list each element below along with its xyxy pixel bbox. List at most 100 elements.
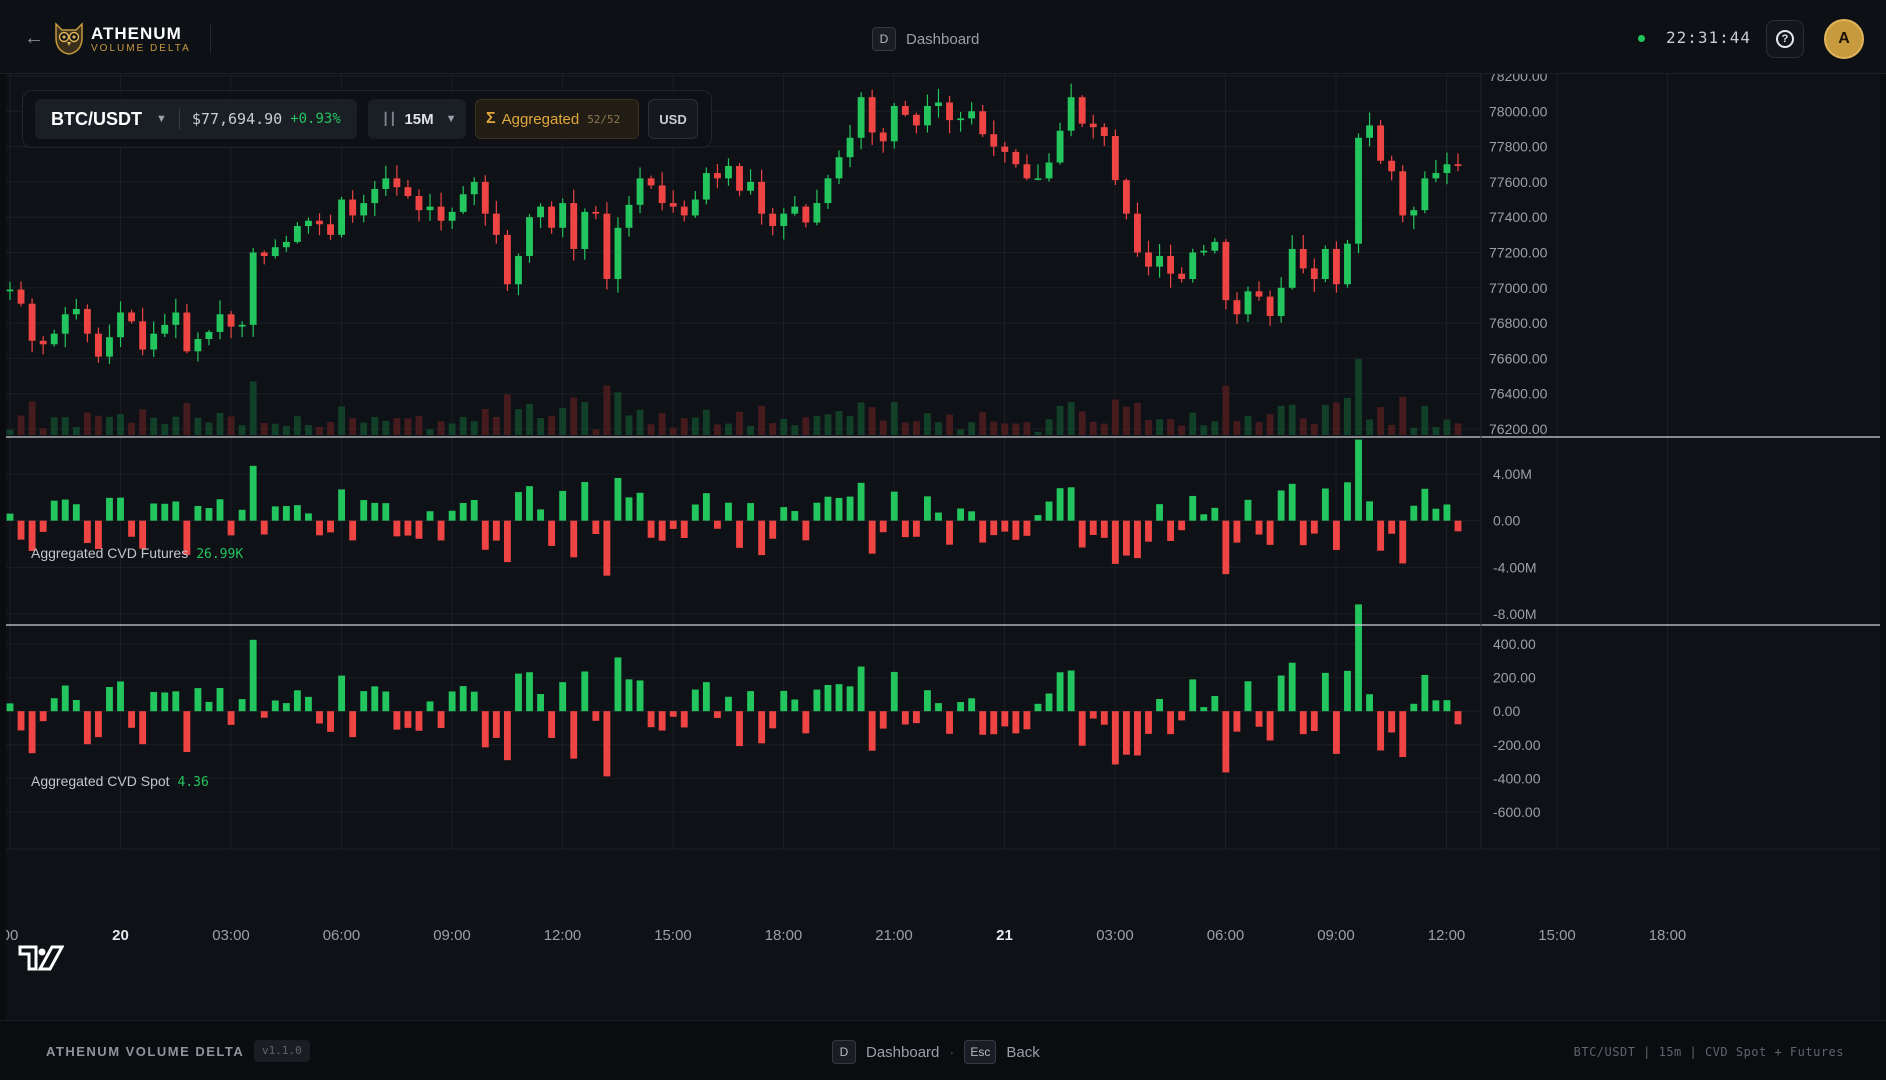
spot-cvd-bar bbox=[979, 711, 987, 735]
candle-body bbox=[559, 203, 567, 228]
volume-bar bbox=[1366, 419, 1373, 435]
arrow-left-icon[interactable]: ← bbox=[22, 26, 46, 50]
spot-tick-label: 400.00 bbox=[1493, 636, 1536, 652]
question-circle-icon: ? bbox=[1776, 30, 1794, 48]
volume-bar bbox=[1432, 426, 1440, 435]
candle-body bbox=[901, 106, 909, 115]
currency-button[interactable]: USD bbox=[648, 99, 698, 139]
spot-cvd-bar bbox=[846, 686, 854, 712]
candle-body bbox=[868, 97, 876, 133]
futures-cvd-bar bbox=[526, 486, 533, 521]
time-tick-label: 20 bbox=[112, 927, 129, 944]
spot-cvd-bar bbox=[28, 711, 36, 754]
spot-cvd-bar bbox=[1233, 711, 1241, 732]
futures-cvd-bar bbox=[360, 500, 368, 521]
futures-cvd-bar bbox=[1122, 520, 1130, 556]
price-tick-label: 77400.00 bbox=[1489, 209, 1548, 225]
spot-cvd-bar bbox=[603, 711, 611, 777]
candle-body bbox=[437, 206, 445, 221]
candle-body bbox=[680, 206, 688, 216]
volume-bar bbox=[1056, 405, 1064, 435]
spot-cvd-bar bbox=[1277, 675, 1285, 712]
volume-bar bbox=[1134, 402, 1141, 435]
spot-cvd-bar bbox=[515, 673, 522, 712]
help-button[interactable]: ? bbox=[1766, 20, 1804, 58]
spot-cvd-bar bbox=[503, 711, 511, 761]
volume-bar bbox=[150, 417, 158, 435]
spot-cvd-bar bbox=[1366, 694, 1373, 712]
futures-cvd-bar bbox=[1266, 520, 1274, 545]
futures-tick-label: -8.00M bbox=[1493, 606, 1537, 622]
futures-cvd-bar bbox=[702, 493, 710, 521]
chart-canvas[interactable]: 78200.00 78000.00 77800.00 77600.00 77400.00… bbox=[6, 74, 1880, 1020]
time-tick-label: 15:00 bbox=[654, 927, 692, 944]
timeframe-selector[interactable]: ┃┃ 15M ▼ bbox=[368, 99, 466, 139]
futures-cvd-bar bbox=[1134, 520, 1141, 559]
candle-body bbox=[1244, 291, 1252, 315]
candle-body bbox=[360, 203, 368, 216]
volume-bar bbox=[636, 409, 644, 435]
futures-cvd-bar bbox=[537, 509, 544, 521]
futures-cvd-bar bbox=[327, 520, 334, 533]
candle-body bbox=[216, 314, 224, 332]
spot-cvd-bar bbox=[1189, 679, 1197, 712]
volume-bar bbox=[503, 394, 511, 435]
spot-cvd-bar bbox=[879, 711, 887, 729]
volume-bar bbox=[1355, 359, 1362, 435]
back-link[interactable]: Back bbox=[1006, 1044, 1039, 1061]
volume-bar bbox=[581, 402, 589, 435]
futures-cvd-bar bbox=[293, 505, 301, 521]
candle-body bbox=[1067, 97, 1075, 131]
candle-body bbox=[912, 114, 920, 126]
divider bbox=[210, 24, 211, 54]
volume-bar bbox=[990, 421, 998, 435]
candle-body bbox=[426, 206, 434, 211]
futures-cvd-bar bbox=[260, 520, 268, 535]
volume-bar bbox=[1288, 404, 1296, 435]
aggregated-exchanges-button[interactable]: Σ Aggregated 52/52 bbox=[475, 99, 639, 139]
spot-cvd-bar bbox=[161, 692, 169, 712]
candle-body bbox=[371, 188, 379, 204]
volume-bar bbox=[747, 425, 755, 435]
spot-cvd-bar bbox=[725, 696, 732, 712]
volume-bar bbox=[382, 420, 390, 435]
futures-cvd-bar bbox=[492, 520, 500, 541]
dashboard-nav-link[interactable]: D Dashboard bbox=[872, 27, 979, 51]
spot-cvd-bar bbox=[1167, 711, 1175, 735]
volume-bar bbox=[1388, 424, 1396, 435]
futures-cvd-bar bbox=[1111, 520, 1119, 564]
futures-cvd-bar bbox=[1355, 439, 1362, 521]
candle-body bbox=[581, 211, 589, 249]
volume-bar bbox=[415, 416, 423, 435]
spot-cvd-bar bbox=[1089, 711, 1097, 719]
futures-cvd-bar bbox=[592, 520, 600, 535]
spot-cvd-bar bbox=[1012, 711, 1020, 734]
futures-cvd-bar bbox=[957, 508, 965, 521]
spot-cvd-bar bbox=[537, 694, 544, 712]
candle-body bbox=[282, 241, 290, 248]
futures-panel-label: Aggregated CVD Futures 26.99K bbox=[31, 545, 243, 562]
dashboard-link[interactable]: Dashboard bbox=[866, 1044, 939, 1061]
futures-cvd-bar bbox=[912, 520, 920, 537]
futures-cvd-bar bbox=[227, 520, 235, 536]
user-avatar[interactable]: A bbox=[1824, 19, 1864, 59]
candle-body bbox=[1001, 146, 1009, 152]
futures-cvd-bar bbox=[1001, 520, 1009, 532]
candle-body bbox=[72, 308, 80, 315]
spot-cvd-bar bbox=[117, 681, 124, 712]
spot-cvd-bar bbox=[205, 701, 213, 712]
symbol-selector[interactable]: BTC/USDT ▼ $77,694.90 +0.93% bbox=[35, 99, 357, 139]
candle-body bbox=[537, 206, 544, 218]
spot-cvd-bar bbox=[669, 711, 677, 717]
spot-cvd-bar bbox=[990, 711, 998, 735]
volume-bar bbox=[492, 416, 500, 435]
futures-cvd-bar bbox=[1211, 507, 1219, 521]
futures-tick-label: 4.00M bbox=[1493, 466, 1532, 482]
candle-body bbox=[1178, 273, 1186, 279]
chart-area[interactable]: 78200.00 78000.00 77800.00 77600.00 77400.00… bbox=[6, 74, 1880, 1020]
candlestick-icon: ┃┃ bbox=[382, 112, 397, 126]
spot-cvd-bar bbox=[61, 685, 69, 712]
spot-cvd-bar bbox=[658, 711, 666, 731]
spot-cvd-bar bbox=[946, 711, 953, 734]
volume-bar bbox=[769, 423, 777, 435]
